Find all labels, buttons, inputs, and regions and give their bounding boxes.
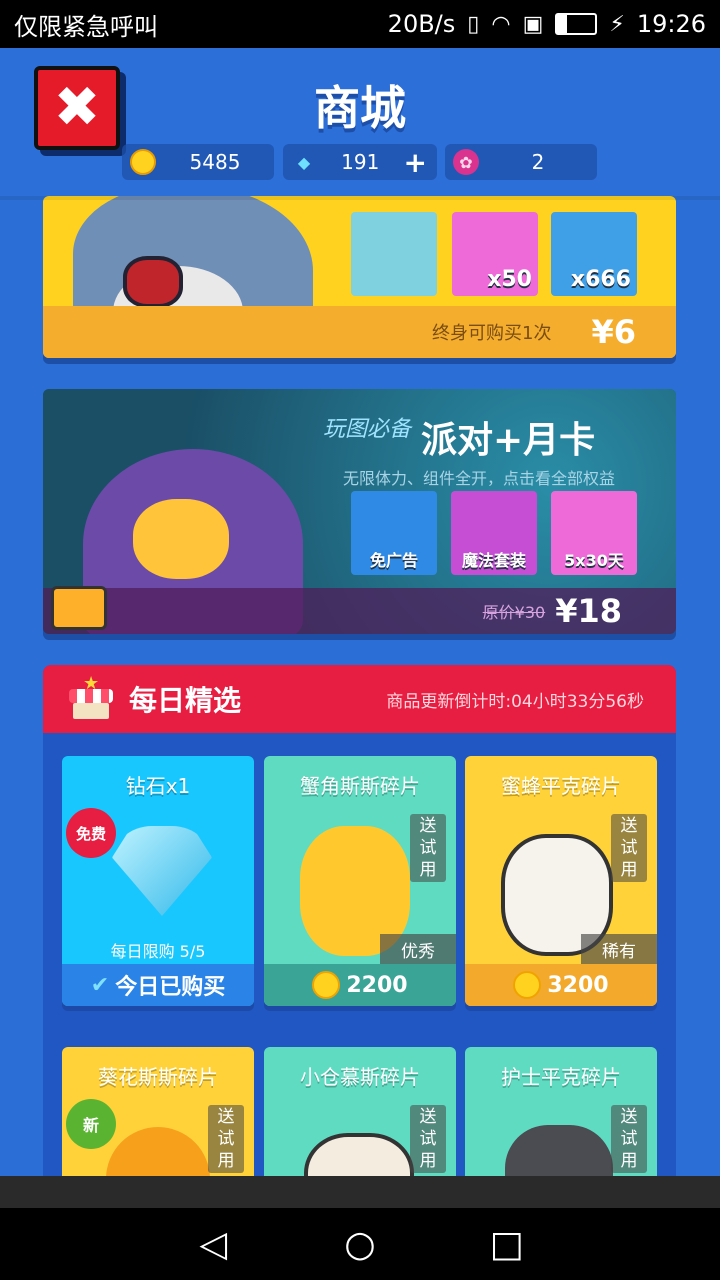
magic-outfit-label: 魔法套装 bbox=[461, 551, 526, 570]
offer2-footer: 原价¥30 ¥18 bbox=[43, 588, 676, 634]
sim-icon: ▣ bbox=[522, 11, 544, 37]
diamond-balance: ◆ 191 + bbox=[283, 144, 437, 180]
page-title: 商城 bbox=[314, 81, 406, 135]
offer1-footer: 终身可购买1次 ¥6 bbox=[43, 306, 676, 358]
grade-label: 稀有 bbox=[581, 934, 657, 964]
clock: 19:26 bbox=[636, 10, 706, 38]
hamster-character bbox=[304, 1133, 414, 1176]
tv-icon bbox=[51, 586, 107, 630]
offer2-subtitle: 无限体力、组件全开，点击看全部权益 bbox=[343, 469, 616, 488]
flower-icon: ✿ bbox=[453, 149, 479, 175]
diamond-days-tile: 5x30天 bbox=[551, 491, 637, 575]
product-nurse-shard[interactable]: 护士平克碎片 送试用 bbox=[465, 1047, 657, 1176]
magic-outfit-tile: 魔法套装 bbox=[451, 491, 537, 575]
system-nav-bar: ◁ ○ □ bbox=[0, 1208, 720, 1280]
bottom-tab-strip bbox=[0, 1176, 720, 1208]
product-crab-shard[interactable]: 蟹角斯斯碎片 送试用 优秀 2200 bbox=[264, 756, 456, 1006]
diamond-value: 191 bbox=[341, 150, 380, 174]
price-button[interactable]: 2200 bbox=[264, 964, 456, 1006]
charging-icon: ⚡ bbox=[609, 11, 625, 37]
wifi-icon: ◠ bbox=[491, 11, 511, 37]
offer1-price[interactable]: ¥6 bbox=[591, 313, 636, 351]
trial-tag: 送试用 bbox=[208, 1105, 244, 1173]
product-name: 小仓慕斯碎片 bbox=[300, 1065, 420, 1089]
battery-icon: 26 bbox=[555, 13, 598, 35]
daily-title: 每日精选 bbox=[129, 684, 242, 717]
shop-stall-icon: ★ bbox=[69, 673, 113, 721]
network-speed: 20B/s bbox=[387, 10, 456, 38]
shark-skin-item bbox=[351, 212, 437, 296]
coin-balance: 5485 bbox=[122, 144, 274, 180]
wizard-face bbox=[133, 499, 229, 579]
shark-offer-card[interactable]: x50 x666 终身可购买1次 ¥6 bbox=[43, 196, 676, 358]
no-ads-tile: 免广告 bbox=[351, 491, 437, 575]
original-price: 原价¥30 bbox=[482, 603, 546, 622]
diamond-pack-qty: x50 bbox=[487, 267, 532, 292]
trial-tag: 送试用 bbox=[410, 1105, 446, 1173]
nurse-pig-character bbox=[505, 1125, 613, 1176]
flower-value: 2 bbox=[531, 150, 545, 174]
daily-selection-section: ★ 每日精选 商品更新倒计时:04小时33分56秒 钻石x1 免费 每日限购 5… bbox=[43, 665, 676, 1176]
price-value: 2200 bbox=[346, 972, 408, 998]
product-name: 蟹角斯斯碎片 bbox=[300, 774, 420, 798]
product-name: 蜜蜂平克碎片 bbox=[501, 774, 621, 798]
product-diamond[interactable]: 钻石x1 免费 每日限购 5/5 ✔ 今日已购买 bbox=[62, 756, 254, 1006]
coin-icon bbox=[513, 971, 542, 999]
offer2-title: 派对+月卡 bbox=[421, 420, 596, 461]
trial-tag: 送试用 bbox=[410, 814, 446, 882]
product-sunflower-shard[interactable]: 葵花斯斯碎片 新 送试用 bbox=[62, 1047, 254, 1176]
diamond-pack-item: x50 bbox=[452, 212, 538, 296]
product-hamster-shard[interactable]: 小仓慕斯碎片 送试用 bbox=[264, 1047, 456, 1176]
grade-label: 优秀 bbox=[380, 934, 456, 964]
trial-tag: 送试用 bbox=[611, 1105, 647, 1173]
price-value: 3200 bbox=[547, 972, 609, 998]
carrier-text: 仅限紧急呼叫 bbox=[14, 12, 158, 41]
coin-icon bbox=[130, 149, 156, 175]
product-name: 钻石x1 bbox=[125, 774, 191, 798]
check-icon: ✔ bbox=[90, 972, 110, 998]
diamond-icon bbox=[112, 826, 212, 916]
product-name: 葵花斯斯碎片 bbox=[98, 1065, 218, 1089]
new-badge: 新 bbox=[66, 1099, 116, 1149]
daily-limit: 每日限购 5/5 bbox=[110, 942, 206, 961]
back-icon[interactable]: ◁ bbox=[183, 1224, 243, 1265]
party-monthly-card[interactable]: 玩图必备 派对+月卡 无限体力、组件全开，点击看全部权益 免广告 魔法套装 5x… bbox=[43, 389, 676, 634]
product-name: 护士平克碎片 bbox=[501, 1065, 621, 1089]
purchase-limit: 终身可购买1次 bbox=[432, 323, 552, 344]
home-icon[interactable]: ○ bbox=[330, 1224, 390, 1265]
refresh-countdown: 商品更新倒计时:04小时33分56秒 bbox=[386, 691, 644, 712]
offer2-price[interactable]: ¥18 bbox=[555, 592, 622, 630]
coin-value: 5485 bbox=[189, 150, 241, 174]
sunflower-character bbox=[106, 1127, 210, 1176]
recents-icon[interactable]: □ bbox=[477, 1224, 537, 1265]
diamond-icon: ◆ bbox=[297, 152, 311, 172]
add-diamond-button[interactable]: + bbox=[404, 146, 427, 179]
trial-tag: 送试用 bbox=[611, 814, 647, 882]
product-bee-shard[interactable]: 蜜蜂平克碎片 送试用 稀有 3200 bbox=[465, 756, 657, 1006]
offer2-tag: 玩图必备 bbox=[323, 417, 412, 442]
status-bar: 仅限紧急呼叫 20B/s ▯ ◠ ▣ 26 ⚡ 19:26 bbox=[0, 0, 720, 48]
shark-mouth bbox=[123, 256, 183, 308]
purchased-status: ✔ 今日已购买 bbox=[62, 964, 254, 1006]
daily-header: ★ 每日精选 商品更新倒计时:04小时33分56秒 bbox=[43, 665, 676, 733]
no-ads-label: 免广告 bbox=[369, 551, 418, 570]
free-badge: 免费 bbox=[66, 808, 116, 858]
coin-icon bbox=[312, 971, 341, 999]
price-button[interactable]: 3200 bbox=[465, 964, 657, 1006]
vibrate-icon: ▯ bbox=[467, 11, 480, 37]
coin-pack-qty: x666 bbox=[570, 267, 631, 292]
coin-pack-item: x666 bbox=[551, 212, 637, 296]
shop-content[interactable]: x50 x666 终身可购买1次 ¥6 玩图必备 派对+月卡 无限体力、组件全开… bbox=[0, 196, 720, 1176]
shop-header: ✖ 商城 5485 ◆ 191 + ✿ 2 bbox=[0, 48, 720, 196]
purchased-label: 今日已购买 bbox=[115, 975, 226, 1000]
flower-balance: ✿ 2 bbox=[445, 144, 597, 180]
diamond-days-label: 5x30天 bbox=[564, 551, 624, 570]
